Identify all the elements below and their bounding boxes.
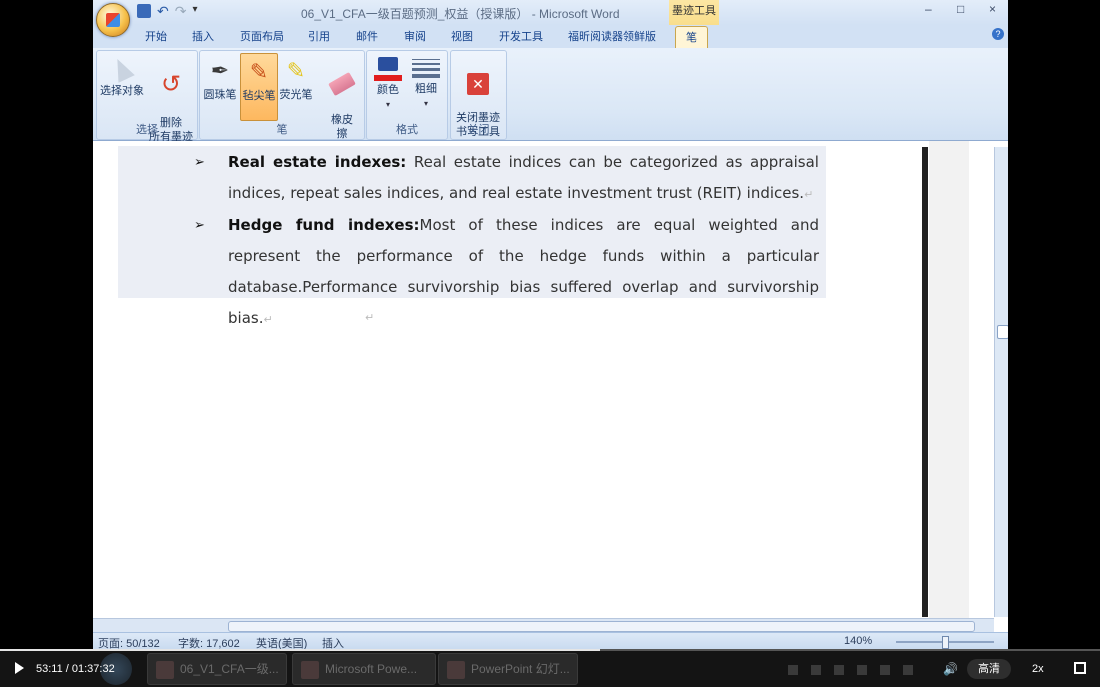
ballpoint-pen-icon: ✒	[210, 58, 230, 83]
tray-icon[interactable]	[811, 665, 821, 675]
tray-icon[interactable]	[857, 665, 867, 675]
line-weight-icon	[412, 59, 440, 78]
close-button[interactable]: ×	[989, 2, 996, 16]
quality-button[interactable]: 高清	[967, 659, 1011, 679]
language[interactable]: 英语(美国)	[256, 635, 307, 650]
minimize-button[interactable]: –	[925, 2, 932, 16]
video-time: 53:11 / 01:37:32	[36, 663, 115, 675]
page-count[interactable]: 页面: 50/132	[98, 635, 160, 650]
page-margin	[929, 141, 969, 618]
cursor-icon	[109, 55, 135, 83]
empty-paragraph-mark: ↵	[365, 312, 375, 324]
ballpoint-pen-button[interactable]: ✒ 圆珠笔	[202, 53, 238, 102]
horizontal-scroll-thumb[interactable]	[228, 621, 975, 632]
video-progress-fill	[0, 649, 600, 651]
help-icon[interactable]: ?	[992, 28, 1004, 40]
felt-pen-button[interactable]: ✎ 毡尖笔	[240, 53, 278, 121]
highlighter-icon: ✎	[286, 58, 306, 83]
page-edge-line	[922, 147, 928, 617]
heading-real-estate: Real estate indexes:	[228, 153, 407, 171]
ribbon: 选择对象 ↺ 删除 所有墨迹 选择 ✒ 圆珠笔 ✎ 毡尖笔 ✎ 荧光笔 橡皮 擦…	[93, 48, 1008, 143]
taskbar-word[interactable]: 06_V1_CFA一级...	[147, 653, 287, 685]
context-tab-group-label: 墨迹工具	[672, 5, 716, 17]
office-logo-icon	[106, 13, 120, 27]
color-button[interactable]: 颜色 ▾	[371, 53, 405, 112]
maximize-button[interactable]: □	[957, 2, 964, 16]
undo-icon[interactable]: ↶	[157, 4, 169, 18]
felt-pen-icon: ✎	[249, 59, 269, 84]
tray-icon[interactable]	[788, 665, 798, 675]
tray-icon[interactable]	[834, 665, 844, 675]
window-title: 06_V1_CFA一级百题预测_权益（授课版） - Microsoft Word	[301, 7, 620, 21]
powerpoint-icon	[301, 660, 319, 679]
tab-references[interactable]: 引用	[308, 28, 330, 44]
tab-insert[interactable]: 插入	[192, 28, 214, 44]
word-window: ↶ ↷ ▾ 06_V1_CFA一级百题预测_权益（授课版） - Microsof…	[93, 0, 1008, 650]
fullscreen-icon[interactable]	[1074, 662, 1086, 674]
zoom-slider-knob[interactable]	[942, 636, 949, 649]
vertical-scroll-thumb[interactable]	[997, 325, 1008, 339]
group-label-select: 选择	[136, 124, 158, 136]
save-icon[interactable]	[137, 4, 151, 18]
tray-icon[interactable]	[903, 665, 913, 675]
paragraph-mark: ↵	[804, 188, 814, 201]
bullet-1: ➢	[194, 154, 205, 169]
horizontal-scrollbar[interactable]	[93, 618, 994, 633]
speed-button[interactable]: 2x	[1032, 663, 1044, 675]
select-objects-button[interactable]: 选择对象	[99, 53, 145, 98]
slideshow-icon	[447, 660, 465, 679]
tab-foxit[interactable]: 福昕阅读器领鲜版	[568, 28, 656, 44]
group-label-pen: 笔	[276, 124, 288, 136]
tab-view[interactable]: 视图	[451, 28, 473, 44]
quick-access-toolbar: ↶ ↷ ▾	[137, 4, 198, 18]
group-close: ✕ 关闭墨迹 书写工具 关闭	[450, 50, 507, 140]
redo-icon[interactable]: ↷	[175, 4, 187, 18]
heading-hedge-fund: Hedge fund indexes:	[228, 216, 420, 234]
word-icon	[156, 660, 174, 679]
document-area[interactable]: ➢ Real estate indexes: Real estate indic…	[93, 141, 1008, 618]
weight-button[interactable]: 粗细 ▾	[409, 53, 443, 111]
group-format: 颜色 ▾ 粗细 ▾ 格式	[366, 50, 448, 140]
group-label-format: 格式	[396, 124, 418, 136]
volume-icon[interactable]: 🔊	[943, 662, 958, 676]
group-pen: ✒ 圆珠笔 ✎ 毡尖笔 ✎ 荧光笔 橡皮 擦 笔	[199, 50, 365, 140]
ribbon-tabs	[93, 25, 1008, 48]
eraser-icon	[328, 71, 356, 97]
group-label-close: 关闭	[467, 124, 490, 136]
zoom-level[interactable]: 140%	[844, 635, 872, 647]
tab-mailings[interactable]: 邮件	[356, 28, 378, 44]
customize-icon[interactable]: ▾	[192, 4, 197, 18]
play-icon[interactable]	[15, 662, 24, 674]
vertical-scrollbar[interactable]	[994, 147, 1008, 617]
taskbar-powerpoint[interactable]: Microsoft Powe...	[292, 653, 436, 685]
status-bar: 页面: 50/132 字数: 17,602 英语(美国) 插入 140%	[93, 632, 1008, 650]
word-count[interactable]: 字数: 17,602	[178, 635, 240, 650]
tray-icon[interactable]	[880, 665, 890, 675]
paragraph-hedge-fund: Hedge fund indexes:Most of these indices…	[228, 210, 819, 335]
paragraph-real-estate: Real estate indexes: Real estate indices…	[228, 147, 819, 210]
tab-review[interactable]: 审阅	[404, 28, 426, 44]
taskbar-slideshow[interactable]: PowerPoint 幻灯...	[438, 653, 578, 685]
paragraph-mark: ↵	[263, 313, 273, 326]
highlighter-button[interactable]: ✎ 荧光笔	[278, 53, 314, 102]
bullet-2: ➢	[194, 217, 205, 232]
tab-home[interactable]: 开始	[145, 28, 167, 44]
tab-developer[interactable]: 开发工具	[499, 28, 543, 44]
close-ink-icon: ✕	[467, 73, 489, 95]
color-icon	[374, 57, 402, 81]
office-button[interactable]	[96, 3, 130, 37]
group-select: 选择对象 ↺ 删除 所有墨迹 选择	[96, 50, 198, 143]
insert-mode[interactable]: 插入	[322, 635, 344, 650]
delete-ink-icon: ↺	[160, 71, 182, 98]
tab-page-layout[interactable]: 页面布局	[240, 28, 284, 44]
